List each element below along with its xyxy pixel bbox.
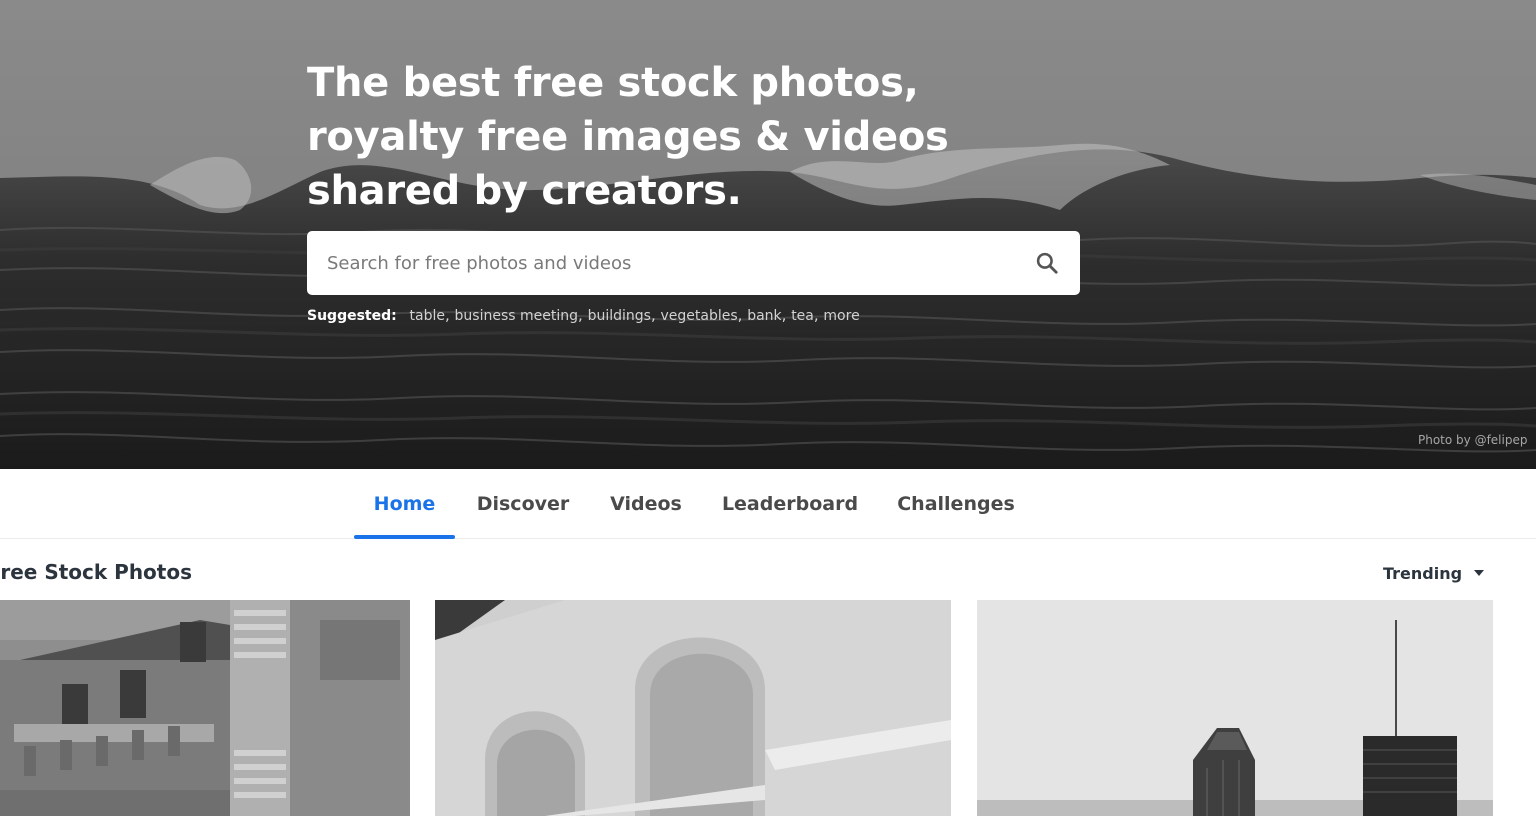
suggested-link-more[interactable]: more [823,308,859,324]
caret-down-icon [1474,570,1485,576]
suggested-link-business-meeting[interactable]: business meeting [455,308,578,324]
photo-credit[interactable]: Photo by @felipep [1418,433,1527,447]
search-button[interactable] [1031,247,1063,279]
main-nav-tabs: Home Discover Videos Leaderboard Challen… [0,469,1536,539]
hero-title: The best free stock photos, royalty free… [307,60,949,214]
sort-selected-value: Trending [1383,563,1463,583]
hero-banner: The best free stock photos, royalty free… [0,0,1536,469]
separator: , [737,306,748,324]
search-bar [307,231,1080,295]
tab-challenges[interactable]: Challenges [889,469,1023,539]
tab-leaderboard[interactable]: Leaderboard [714,469,866,539]
suggested-link-bank[interactable]: bank [747,308,781,324]
photo-city-skyline [977,600,1493,816]
photo-card[interactable] [977,600,1493,816]
separator: , [578,306,588,324]
section-title: Free Stock Photos [0,560,193,584]
photo-building-facade [0,600,410,816]
suggested-link-vegetables[interactable]: vegetables [660,308,737,324]
tab-discover[interactable]: Discover [468,469,578,539]
photo-white-arches [435,600,951,816]
suggested-link-table[interactable]: table [410,308,445,324]
separator: , [813,306,824,324]
suggested-link-buildings[interactable]: buildings [588,308,651,324]
tab-videos[interactable]: Videos [600,469,692,539]
search-input[interactable] [307,231,1017,295]
search-icon [1036,252,1058,274]
sort-dropdown[interactable]: Trending [1383,561,1485,585]
tab-home[interactable]: Home [354,469,455,539]
separator: , [781,306,792,324]
photo-card[interactable] [435,600,951,816]
separator: , [444,306,455,324]
suggested-searches: Suggested: table, business meeting, buil… [307,304,860,327]
active-tab-indicator [354,535,455,539]
suggested-link-tea[interactable]: tea [791,308,814,324]
photo-card[interactable] [0,600,410,816]
suggested-label: Suggested: [307,308,397,324]
